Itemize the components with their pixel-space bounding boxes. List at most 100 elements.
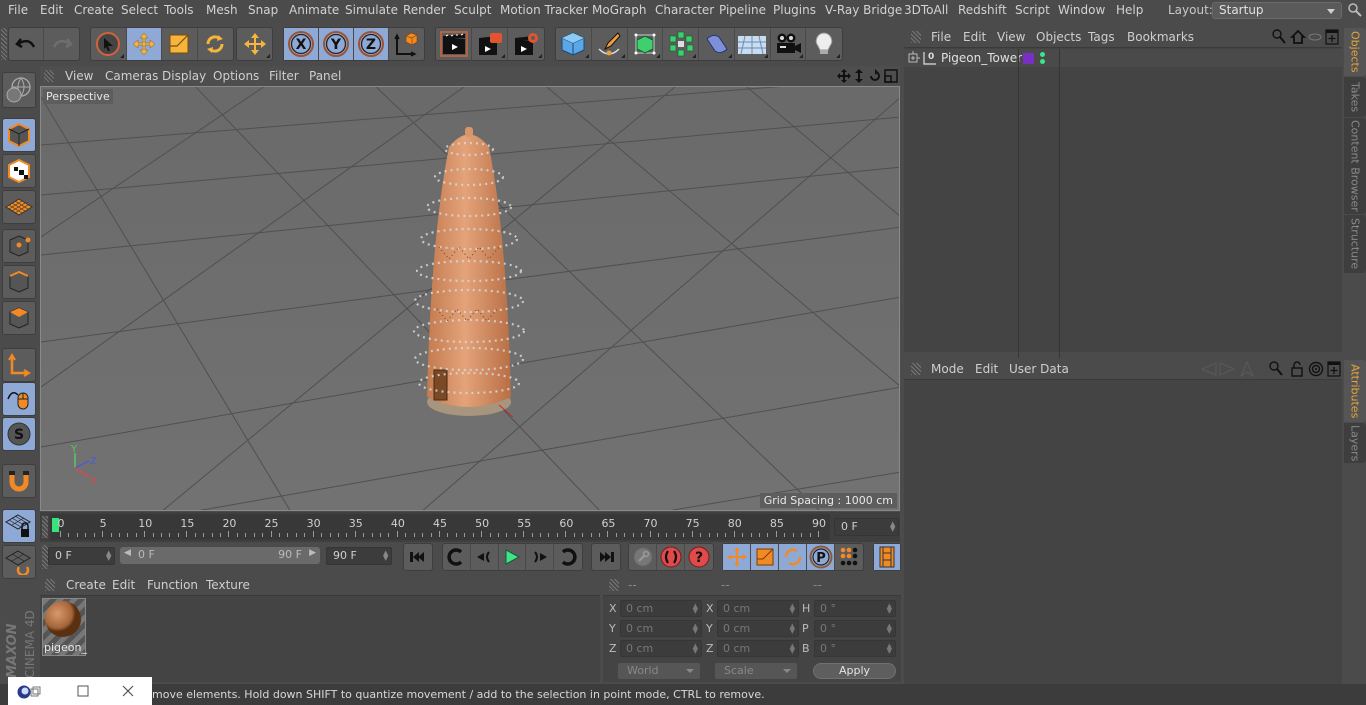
timeline-ruler[interactable]: 0 5 10 15 20 25 30 35 40 45 50 55 60 65 70 75 80 85 90 0 F…	[40, 512, 900, 542]
menu-motion-tracker[interactable]: Motion Tracker	[500, 3, 588, 17]
new-panel-icon[interactable]	[1325, 29, 1339, 45]
render-picture-viewer-button[interactable]	[472, 28, 508, 60]
search-icon[interactable]	[1348, 3, 1362, 17]
size-mode-dropdown[interactable]: Scale	[715, 663, 797, 679]
home-icon[interactable]	[1290, 29, 1306, 45]
cinema4d-app-icon[interactable]	[16, 684, 42, 700]
magnet-button[interactable]	[2, 464, 36, 498]
close-icon[interactable]	[122, 685, 134, 697]
tab-takes[interactable]: Takes	[1344, 77, 1366, 117]
render-view-button[interactable]	[436, 28, 472, 60]
goto-end-button[interactable]	[592, 544, 620, 570]
range-right-arrow[interactable]: ▶	[309, 548, 316, 558]
material-menu-edit[interactable]: Edit	[112, 578, 135, 592]
om-menu-view[interactable]: View	[997, 30, 1025, 44]
menu-3dtoall[interactable]: 3DToAll	[904, 3, 948, 17]
viewport-menu-display[interactable]: Display	[162, 69, 206, 83]
move-tool-button[interactable]	[126, 28, 162, 60]
tab-structure[interactable]: Structure	[1344, 215, 1366, 273]
object-row-pigeon-tower[interactable]: 0 Pigeon_Tower	[904, 49, 1342, 375]
om-menu-tags[interactable]: Tags	[1088, 30, 1115, 44]
key-position-button[interactable]	[723, 544, 751, 570]
timeline-window-button[interactable]	[874, 544, 900, 570]
material-swatch[interactable]: pigeon_	[42, 598, 87, 656]
menu-sculpt[interactable]: Sculpt	[454, 3, 491, 17]
menu-vray-bridge[interactable]: V-Ray Bridge	[825, 3, 902, 17]
back-forward-icon[interactable]	[1200, 361, 1236, 377]
camera-button[interactable]	[771, 28, 807, 60]
am-menu-edit[interactable]: Edit	[975, 362, 998, 376]
next-frame-button[interactable]	[526, 544, 555, 570]
pen-button[interactable]	[592, 28, 628, 60]
prev-key-button[interactable]	[443, 544, 471, 570]
search-icon[interactable]	[1269, 361, 1283, 377]
polygons-mode-button[interactable]	[2, 301, 36, 335]
edit-render-settings-button[interactable]	[508, 28, 544, 60]
cloner-button[interactable]	[663, 28, 699, 60]
menu-render[interactable]: Render	[403, 3, 446, 17]
play-button[interactable]	[499, 544, 527, 570]
subdivision-surface-button[interactable]	[628, 28, 664, 60]
menu-simulate[interactable]: Simulate	[345, 3, 398, 17]
3d-viewport[interactable]: Y Z X Perspective Grid Spacing : 1000 cm	[40, 86, 900, 511]
target-icon[interactable]	[1308, 361, 1324, 377]
frame-range-slider[interactable]: ◀ 0 F 90 F ▶	[120, 547, 320, 564]
object-name[interactable]: Pigeon_Tower	[941, 51, 1022, 65]
floor-button[interactable]	[735, 28, 771, 60]
y-axis-button[interactable]: Y	[319, 28, 354, 60]
layer-color-swatch[interactable]	[1023, 53, 1034, 64]
menu-snap[interactable]: Snap	[248, 3, 278, 17]
size-y-field[interactable]: 0 cm ▲ ▼	[717, 620, 799, 637]
am-menu-mode[interactable]: Mode	[931, 362, 964, 376]
material-menu-create[interactable]: Create	[66, 578, 106, 592]
prev-frame-button[interactable]	[471, 544, 499, 570]
maximize-icon[interactable]	[77, 685, 89, 697]
material-menu-texture[interactable]: Texture	[206, 578, 250, 592]
material-grip[interactable]	[45, 579, 55, 591]
auto-keying-button[interactable]	[657, 544, 685, 570]
om-menu-edit[interactable]: Edit	[963, 30, 986, 44]
make-editable-button[interactable]	[2, 72, 36, 108]
menu-mesh[interactable]: Mesh	[206, 3, 238, 17]
menu-window[interactable]: Window	[1058, 3, 1105, 17]
points-mode-button[interactable]	[2, 229, 36, 263]
viewport-menu-cameras[interactable]: Cameras	[105, 69, 158, 83]
coordinates-grip[interactable]	[609, 579, 619, 591]
texture-mode-button[interactable]	[2, 154, 36, 188]
goto-start-button[interactable]	[404, 544, 432, 570]
lock-workplane-button[interactable]	[2, 509, 36, 543]
toolbar-grip[interactable]	[1, 28, 7, 60]
pos-y-field[interactable]: 0 cm ▲ ▼	[620, 620, 702, 637]
menu-script[interactable]: Script	[1015, 3, 1050, 17]
x-axis-button[interactable]: X	[284, 28, 319, 60]
search-icon[interactable]	[1272, 29, 1286, 45]
pos-x-field[interactable]: 0 cm ▲ ▼	[620, 600, 702, 617]
tweak-mode-button[interactable]	[2, 382, 36, 416]
frame-ruler[interactable]: 0 5 10 15 20 25 30 35 40 45 50 55 60 65 70 75 80 85 90	[50, 514, 830, 540]
menu-create[interactable]: Create	[74, 3, 114, 17]
tab-layers[interactable]: Layers	[1344, 423, 1366, 463]
z-axis-button[interactable]: Z	[354, 28, 389, 60]
viewport-grip[interactable]	[44, 70, 54, 82]
menu-pipeline[interactable]: Pipeline	[719, 3, 766, 17]
workplane-mode-button[interactable]	[2, 190, 36, 224]
coord-system-dropdown[interactable]: World	[618, 663, 700, 679]
material-menu-function[interactable]: Function	[147, 578, 198, 592]
am-menu-user-data[interactable]: User Data	[1009, 362, 1069, 376]
edges-mode-button[interactable]	[2, 265, 36, 299]
object-manager-grip[interactable]	[911, 31, 921, 43]
scale-tool-button[interactable]	[162, 28, 198, 60]
menu-animate[interactable]: Animate	[289, 3, 339, 17]
light-button[interactable]	[806, 28, 842, 60]
viewport-menu-view[interactable]: View	[65, 69, 93, 83]
menu-mograph[interactable]: MoGraph	[592, 3, 647, 17]
menu-character[interactable]: Character	[655, 3, 714, 17]
menu-file[interactable]: File	[8, 3, 28, 17]
model-mode-button[interactable]	[2, 118, 36, 152]
workplane-rotate-button[interactable]	[2, 545, 36, 579]
attribute-grip[interactable]	[911, 363, 921, 375]
om-menu-bookmarks[interactable]: Bookmarks	[1127, 30, 1194, 44]
snap-button[interactable]: S	[2, 417, 36, 451]
start-frame-field[interactable]: 0 F ▲ ▼	[48, 547, 115, 565]
redo-button[interactable]	[44, 28, 79, 60]
